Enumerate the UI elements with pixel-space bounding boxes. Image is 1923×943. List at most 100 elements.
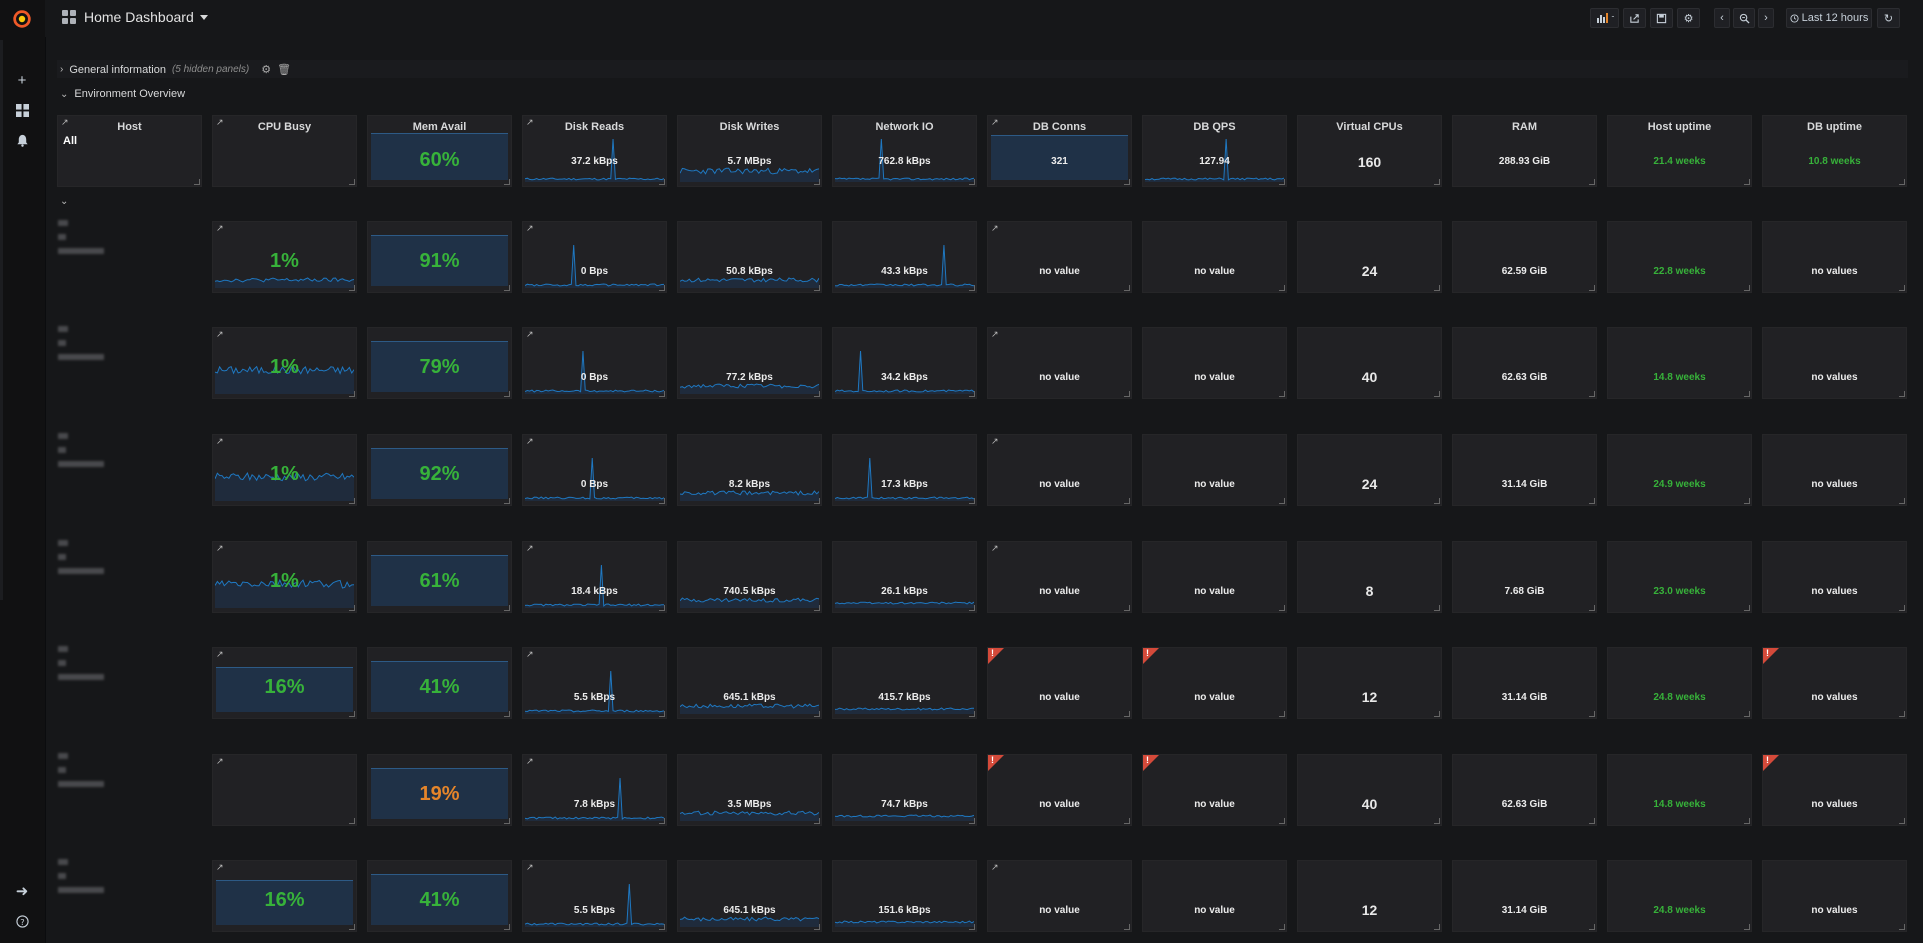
dashboard-picker[interactable]: Home Dashboard	[62, 9, 208, 25]
repeat-row-toggle[interactable]: ⌄	[60, 196, 68, 207]
panel-link-icon[interactable]: ↗	[526, 543, 534, 554]
panel-db-conns[interactable]: ↗ no value	[987, 434, 1132, 506]
alerting-bell-icon[interactable]	[13, 131, 31, 149]
panel-virtual-cpus[interactable]: 24	[1297, 221, 1442, 293]
resize-handle[interactable]	[1124, 179, 1130, 185]
resize-handle[interactable]	[1279, 605, 1285, 611]
time-forward-button[interactable]: ›	[1758, 8, 1774, 28]
resize-handle[interactable]	[1589, 605, 1595, 611]
panel-host-uptime[interactable]: 14.8 weeks	[1607, 754, 1752, 826]
resize-handle[interactable]	[1434, 498, 1440, 504]
panel-mem-avail[interactable]: 41%	[367, 860, 512, 932]
resize-handle[interactable]	[1899, 711, 1905, 717]
resize-handle[interactable]	[504, 711, 510, 717]
panel-disk-writes[interactable]: 8.2 kBps	[677, 434, 822, 506]
panel-mem-avail[interactable]: 79%	[367, 327, 512, 399]
panel-mem-avail[interactable]: Mem Avail 60%	[367, 115, 512, 187]
resize-handle[interactable]	[659, 605, 665, 611]
panel-cpu-busy[interactable]: ↗ 1%	[212, 221, 357, 293]
panel-db-uptime[interactable]: no values	[1762, 221, 1907, 293]
panel-disk-writes[interactable]: 3.5 MBps	[677, 754, 822, 826]
resize-handle[interactable]	[1899, 391, 1905, 397]
resize-handle[interactable]	[1589, 498, 1595, 504]
time-picker-button[interactable]: Last 12 hours	[1786, 8, 1872, 28]
resize-handle[interactable]	[1589, 924, 1595, 930]
resize-handle[interactable]	[969, 924, 975, 930]
panel-disk-writes[interactable]: 740.5 kBps	[677, 541, 822, 613]
resize-handle[interactable]	[504, 924, 510, 930]
resize-handle[interactable]	[349, 391, 355, 397]
panel-disk-writes[interactable]: 645.1 kBps	[677, 860, 822, 932]
panel-network-io[interactable]: 151.6 kBps	[832, 860, 977, 932]
panel-db-qps[interactable]: no value	[1142, 434, 1287, 506]
panel-cpu-busy[interactable]: ↗ 1%	[212, 541, 357, 613]
save-button[interactable]	[1650, 8, 1673, 28]
resize-handle[interactable]	[969, 711, 975, 717]
resize-handle[interactable]	[1744, 711, 1750, 717]
resize-handle[interactable]	[1124, 285, 1130, 291]
panel-link-icon[interactable]: ↗	[991, 223, 999, 234]
resize-handle[interactable]	[814, 179, 820, 185]
resize-handle[interactable]	[504, 179, 510, 185]
panel-db-uptime[interactable]: DB uptime 10.8 weeks	[1762, 115, 1907, 187]
panel-link-icon[interactable]: ↗	[526, 436, 534, 447]
create-plus-icon[interactable]: +	[13, 71, 31, 89]
panel-db-qps[interactable]: DB QPS 127.94	[1142, 115, 1287, 187]
resize-handle[interactable]	[814, 391, 820, 397]
resize-handle[interactable]	[659, 391, 665, 397]
panel-db-conns[interactable]: ↗ no value	[987, 541, 1132, 613]
panel-cpu-busy[interactable]: ↗ CPU Busy	[212, 115, 357, 187]
panel-db-qps[interactable]: no value	[1142, 860, 1287, 932]
panel-db-qps[interactable]: no value	[1142, 221, 1287, 293]
panel-link-icon[interactable]: ↗	[991, 862, 999, 873]
panel-mem-avail[interactable]: 41%	[367, 647, 512, 719]
panel-disk-reads[interactable]: ↗ 7.8 kBps	[522, 754, 667, 826]
resize-handle[interactable]	[349, 818, 355, 824]
panel-db-uptime[interactable]: ! no values	[1762, 754, 1907, 826]
panel-disk-reads[interactable]: ↗ 0 Bps	[522, 221, 667, 293]
resize-handle[interactable]	[1279, 924, 1285, 930]
resize-handle[interactable]	[969, 391, 975, 397]
panel-db-qps[interactable]: no value	[1142, 541, 1287, 613]
panel-mem-avail[interactable]: 61%	[367, 541, 512, 613]
resize-handle[interactable]	[1279, 711, 1285, 717]
panel-host-uptime[interactable]: 14.8 weeks	[1607, 327, 1752, 399]
panel-host-uptime[interactable]: 22.8 weeks	[1607, 221, 1752, 293]
panel-link-icon[interactable]: ↗	[216, 329, 224, 340]
resize-handle[interactable]	[969, 605, 975, 611]
resize-handle[interactable]	[1744, 818, 1750, 824]
panel-ram[interactable]: 62.59 GiB	[1452, 221, 1597, 293]
panel-link-icon[interactable]: ↗	[216, 543, 224, 554]
resize-handle[interactable]	[349, 179, 355, 185]
panel-ram[interactable]: 31.14 GiB	[1452, 434, 1597, 506]
panel-host-uptime[interactable]: 24.8 weeks	[1607, 860, 1752, 932]
panel-ram[interactable]: 62.63 GiB	[1452, 754, 1597, 826]
panel-disk-writes[interactable]: 50.8 kBps	[677, 221, 822, 293]
panel-network-io[interactable]: 26.1 kBps	[832, 541, 977, 613]
panel-db-qps[interactable]: ! no value	[1142, 754, 1287, 826]
panel-mem-avail[interactable]: 92%	[367, 434, 512, 506]
resize-handle[interactable]	[814, 711, 820, 717]
panel-disk-writes[interactable]: 77.2 kBps	[677, 327, 822, 399]
panel-virtual-cpus[interactable]: 40	[1297, 754, 1442, 826]
resize-handle[interactable]	[1124, 924, 1130, 930]
panel-disk-reads[interactable]: ↗ 18.4 kBps	[522, 541, 667, 613]
panel-network-io[interactable]: 415.7 kBps	[832, 647, 977, 719]
panel-disk-reads[interactable]: ↗ 5.5 kBps	[522, 860, 667, 932]
panel-link-icon[interactable]: ↗	[991, 329, 999, 340]
panel-error-icon[interactable]: !	[1143, 755, 1159, 771]
resize-handle[interactable]	[1434, 924, 1440, 930]
resize-handle[interactable]	[659, 498, 665, 504]
panel-disk-reads[interactable]: ↗ Disk Reads 37.2 kBps	[522, 115, 667, 187]
resize-handle[interactable]	[1434, 285, 1440, 291]
resize-handle[interactable]	[1279, 498, 1285, 504]
panel-cpu-busy[interactable]: ↗ 1%	[212, 434, 357, 506]
panel-link-icon[interactable]: ↗	[216, 223, 224, 234]
resize-handle[interactable]	[194, 179, 200, 185]
sign-in-icon[interactable]: ➜	[13, 882, 31, 900]
resize-handle[interactable]	[1899, 498, 1905, 504]
dashboards-grid-icon[interactable]	[13, 101, 31, 119]
resize-handle[interactable]	[1589, 285, 1595, 291]
panel-link-icon[interactable]: ↗	[216, 649, 224, 660]
resize-handle[interactable]	[969, 285, 975, 291]
